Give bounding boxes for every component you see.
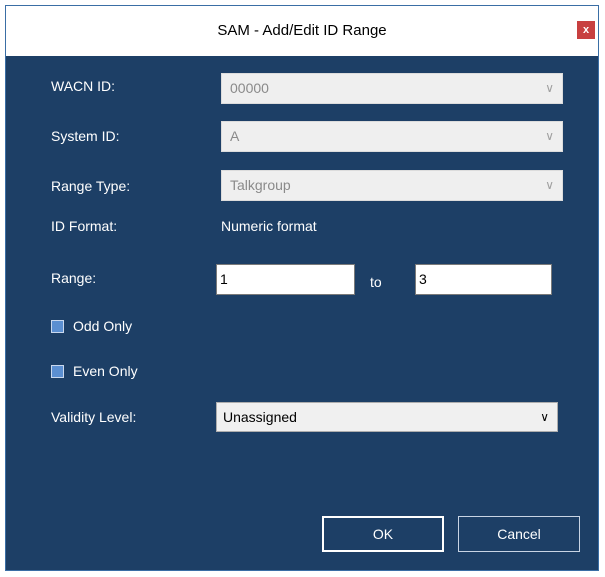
wacn-select[interactable]: 00000 ∨ [221, 73, 563, 104]
range-type-select[interactable]: Talkgroup ∨ [221, 170, 563, 201]
odd-only-checkbox[interactable] [51, 319, 64, 333]
ok-button[interactable]: OK [322, 516, 444, 552]
range-label: Range: [51, 270, 97, 286]
id-format-value: Numeric format [221, 218, 317, 234]
odd-only-label: Odd Only [73, 318, 133, 334]
window-title: SAM - Add/Edit ID Range [217, 22, 387, 39]
chevron-down-icon: ∨ [545, 129, 554, 143]
validity-label: Validity Level: [51, 409, 137, 425]
system-value: A [230, 128, 240, 144]
id-format-label: ID Format: [51, 218, 118, 234]
wacn-value: 00000 [230, 80, 269, 96]
even-only-checkbox[interactable] [51, 364, 64, 378]
even-only-checkbox-row[interactable]: Even Only [51, 363, 138, 379]
title-bar: SAM - Add/Edit ID Range x [6, 6, 598, 56]
range-to-input[interactable]: 3 [415, 264, 552, 295]
chevron-down-icon: ∨ [545, 81, 554, 95]
range-to-label: to [370, 274, 382, 290]
chevron-down-icon: ∨ [540, 410, 549, 424]
odd-only-checkbox-row[interactable]: Odd Only [51, 318, 132, 334]
system-label: System ID: [51, 128, 120, 144]
range-type-value: Talkgroup [230, 177, 291, 193]
even-only-label: Even Only [73, 363, 138, 379]
validity-value: Unassigned [223, 409, 297, 425]
system-select[interactable]: A ∨ [221, 121, 563, 152]
cancel-button[interactable]: Cancel [458, 516, 580, 552]
range-type-label: Range Type: [51, 178, 131, 194]
wacn-label: WACN ID: [51, 78, 116, 94]
close-icon[interactable]: x [577, 21, 595, 39]
chevron-down-icon: ∨ [545, 178, 554, 192]
range-from-input[interactable]: 1 [216, 264, 355, 295]
dialog-window: SAM - Add/Edit ID Range x WACN ID: 00000… [5, 5, 599, 571]
validity-select[interactable]: Unassigned ∨ [216, 402, 558, 432]
